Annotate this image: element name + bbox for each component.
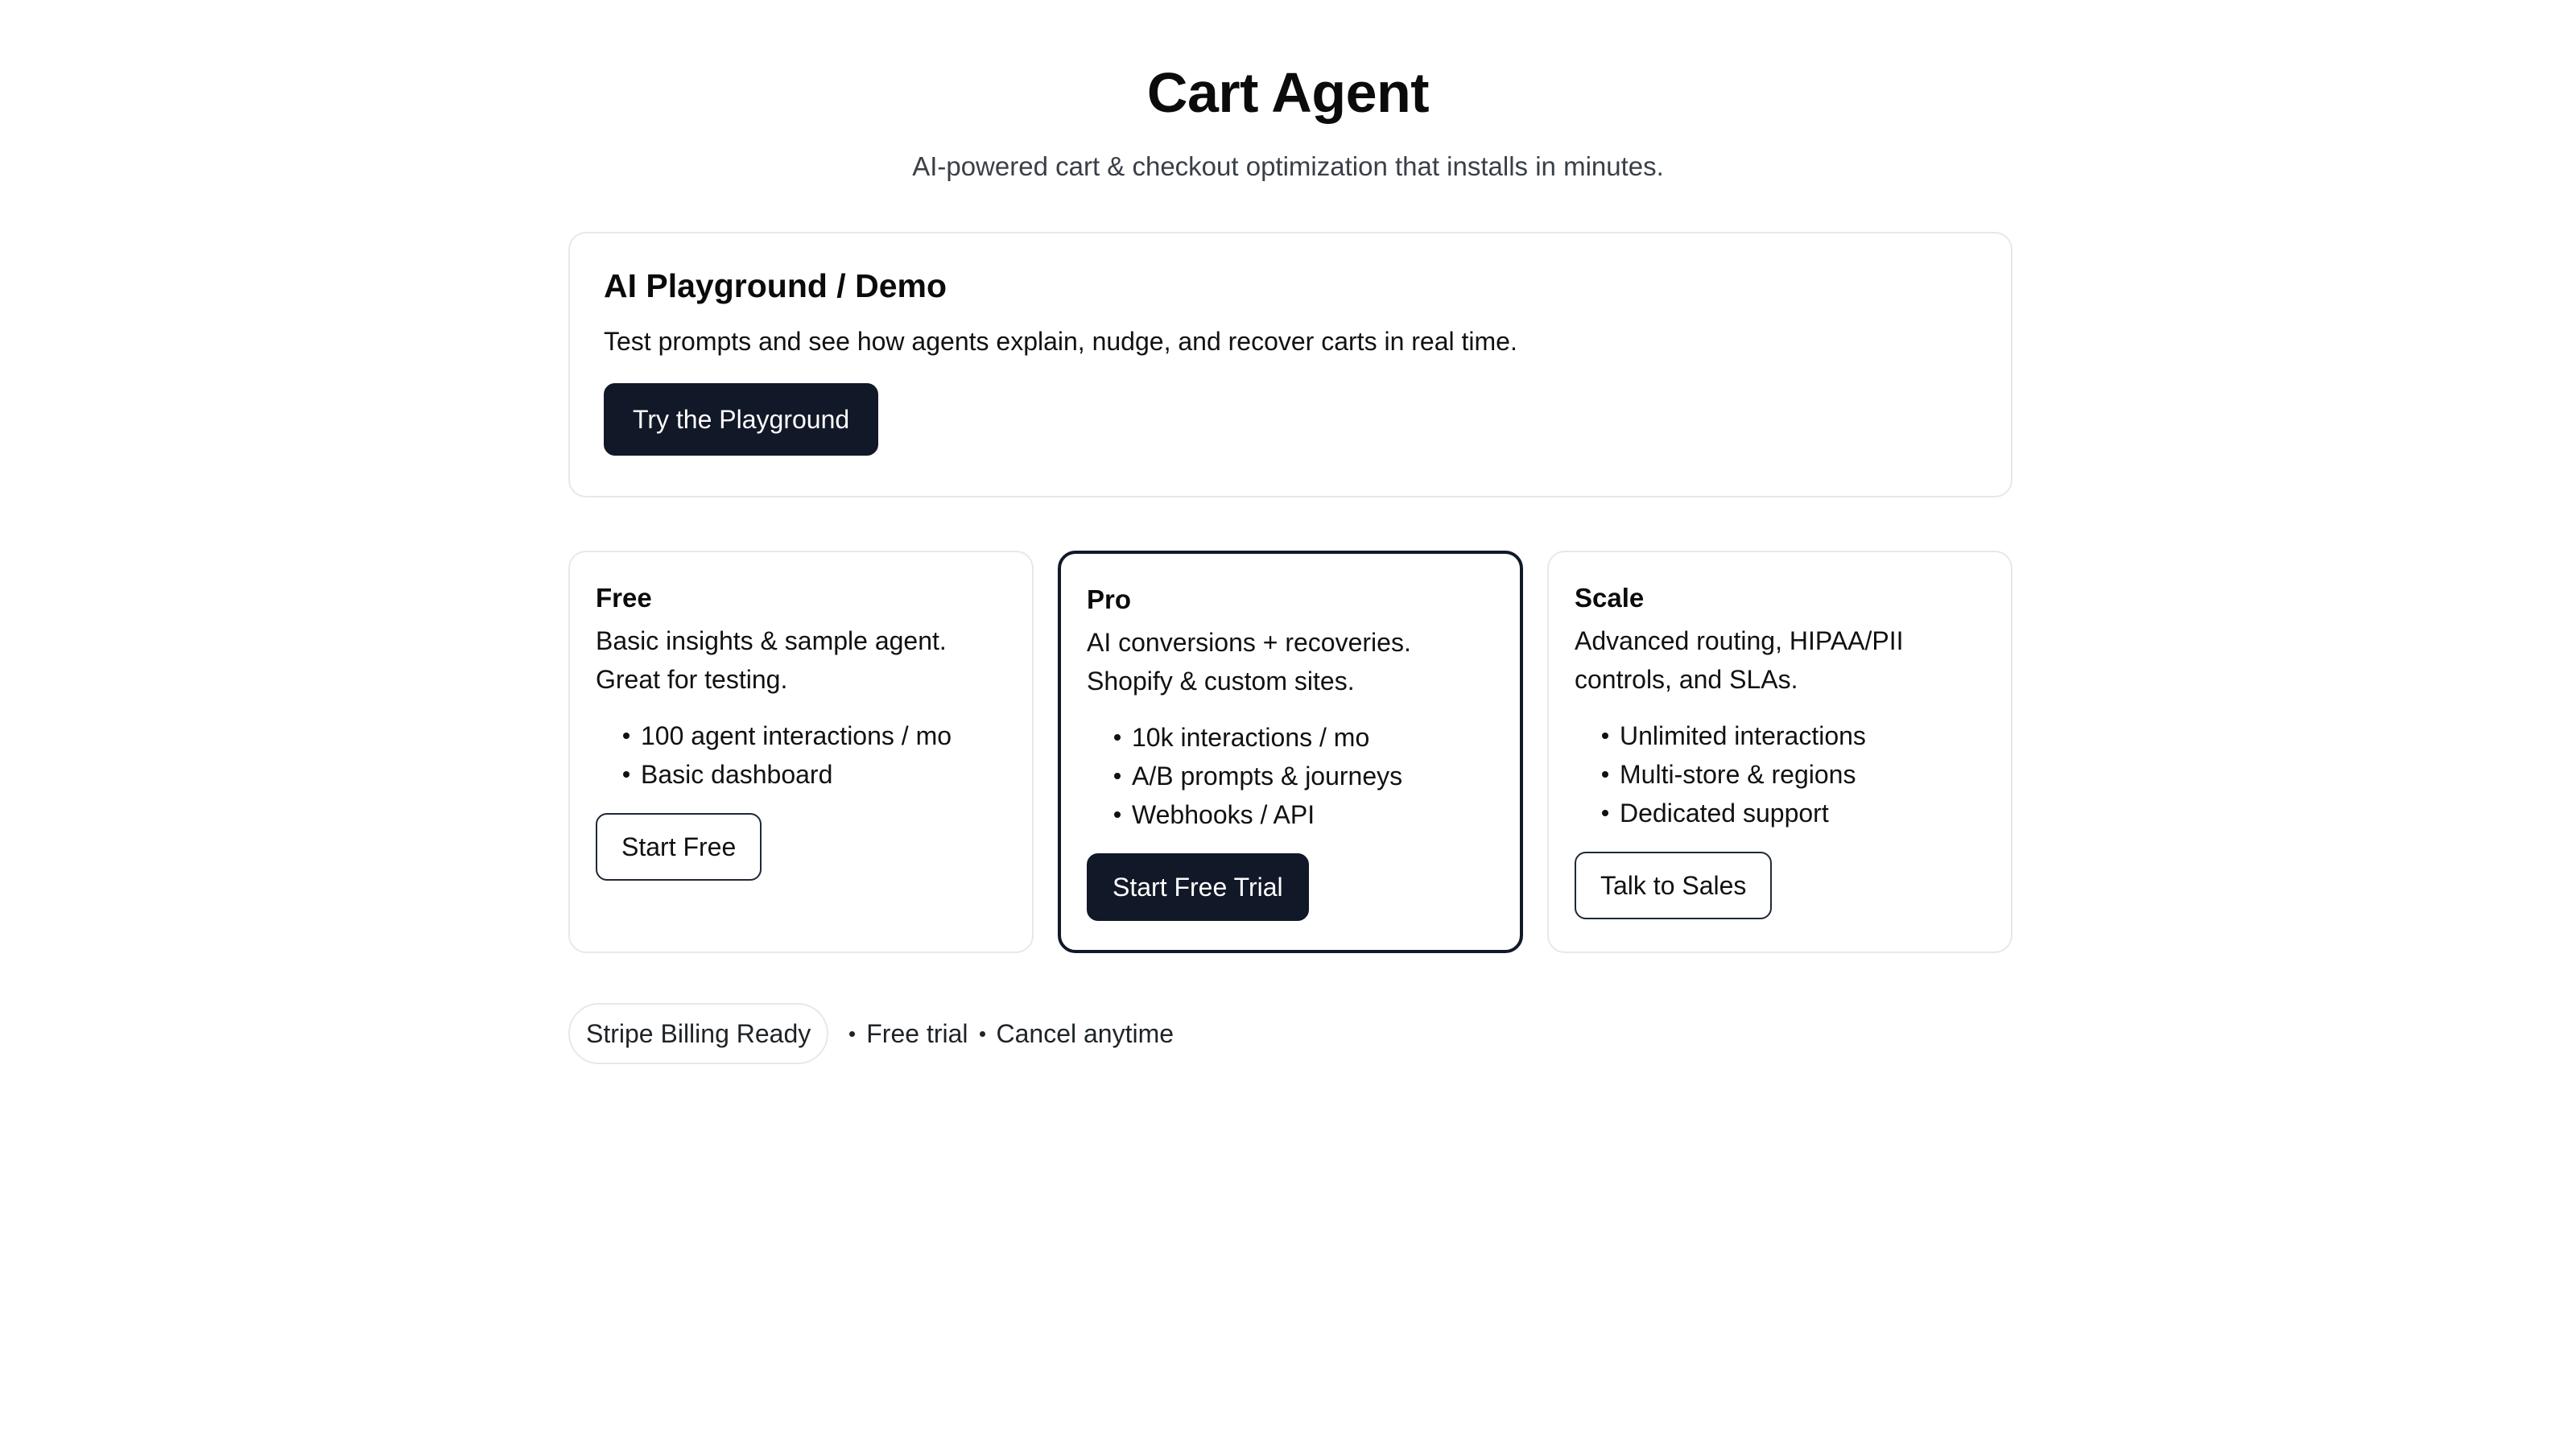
- bullet-icon: [1602, 733, 1608, 739]
- bullet-icon: [1114, 811, 1121, 818]
- plan-name: Free: [596, 583, 652, 613]
- plan-feature-list: 10k interactions / mo A/B prompts & jour…: [1087, 718, 1494, 834]
- bullet-icon: [849, 1030, 856, 1037]
- plan-feature-text: Dedicated support: [1620, 799, 1829, 828]
- plan-feature-list: Unlimited interactions Multi-store & reg…: [1575, 716, 1985, 832]
- plan-feature-text: Unlimited interactions: [1620, 721, 1866, 750]
- plan-card-pro: Pro AI conversions + recoveries. Shopify…: [1058, 551, 1523, 953]
- page-title: Cart Agent: [1146, 61, 1430, 124]
- plan-feature-list: 100 agent interactions / mo Basic dashbo…: [596, 716, 1006, 794]
- plan-card-free: Free Basic insights & sample agent. Grea…: [568, 551, 1034, 953]
- bullet-icon: [1114, 773, 1121, 779]
- free-trial-note: Free trial: [866, 1018, 968, 1048]
- cancel-anytime-note: Cancel anytime: [996, 1018, 1174, 1048]
- plan-feature: Webhooks / API: [1114, 795, 1494, 834]
- bullet-icon: [623, 771, 630, 778]
- plan-name: Pro: [1087, 584, 1132, 614]
- stripe-billing-badge: Stripe Billing Ready: [568, 1003, 829, 1064]
- plan-feature-text: Basic dashboard: [641, 760, 833, 789]
- bullet-icon: [1114, 734, 1121, 741]
- main-container: AI Playground / Demo Test prompts and se…: [568, 232, 2013, 1064]
- plan-feature: Dedicated support: [1602, 794, 1985, 832]
- bullet-icon: [1602, 771, 1608, 778]
- plan-description: Advanced routing, HIPAA/PII controls, an…: [1575, 626, 1904, 694]
- footer-note: Free trial Cancel anytime: [849, 1019, 1174, 1049]
- plan-feature-text: A/B prompts & journeys: [1132, 762, 1403, 791]
- bullet-icon: [979, 1030, 985, 1037]
- plan-name: Scale: [1575, 583, 1645, 613]
- plan-description: AI conversions + recoveries. Shopify & c…: [1087, 628, 1411, 696]
- demo-description: Test prompts and see how agents explain,…: [604, 327, 1517, 356]
- page-subtitle: AI-powered cart & checkout optimization …: [912, 151, 1664, 181]
- plan-feature: A/B prompts & journeys: [1114, 757, 1494, 795]
- plan-feature-text: 100 agent interactions / mo: [641, 721, 952, 750]
- bullet-icon: [623, 733, 630, 739]
- plan-feature: 10k interactions / mo: [1114, 718, 1494, 757]
- footer-row: Stripe Billing Ready Free trial Cancel a…: [568, 1003, 1174, 1064]
- plan-description: Basic insights & sample agent. Great for…: [596, 626, 947, 694]
- header: Cart Agent AI-powered cart & checkout op…: [0, 56, 2576, 184]
- bullet-icon: [1602, 810, 1608, 816]
- plan-feature: Multi-store & regions: [1602, 755, 1985, 794]
- plan-feature-text: Webhooks / API: [1132, 800, 1315, 829]
- demo-card: AI Playground / Demo Test prompts and se…: [568, 232, 2013, 497]
- plan-feature-text: Multi-store & regions: [1620, 760, 1856, 789]
- plan-card-scale: Scale Advanced routing, HIPAA/PII contro…: [1547, 551, 2013, 953]
- talk-to-sales-button[interactable]: Talk to Sales: [1575, 852, 1773, 919]
- try-playground-button[interactable]: Try the Playground: [604, 383, 879, 456]
- plan-feature: 100 agent interactions / mo: [623, 716, 1006, 755]
- page: Cart Agent AI-powered cart & checkout op…: [0, 0, 2576, 1449]
- start-free-button[interactable]: Start Free: [596, 813, 762, 881]
- start-free-trial-button[interactable]: Start Free Trial: [1087, 853, 1309, 921]
- plan-feature-text: 10k interactions / mo: [1132, 723, 1370, 752]
- plan-feature: Unlimited interactions: [1602, 716, 1985, 755]
- pricing-plans: Free Basic insights & sample agent. Grea…: [568, 551, 2013, 953]
- demo-title: AI Playground / Demo: [604, 267, 947, 304]
- plan-feature: Basic dashboard: [623, 755, 1006, 794]
